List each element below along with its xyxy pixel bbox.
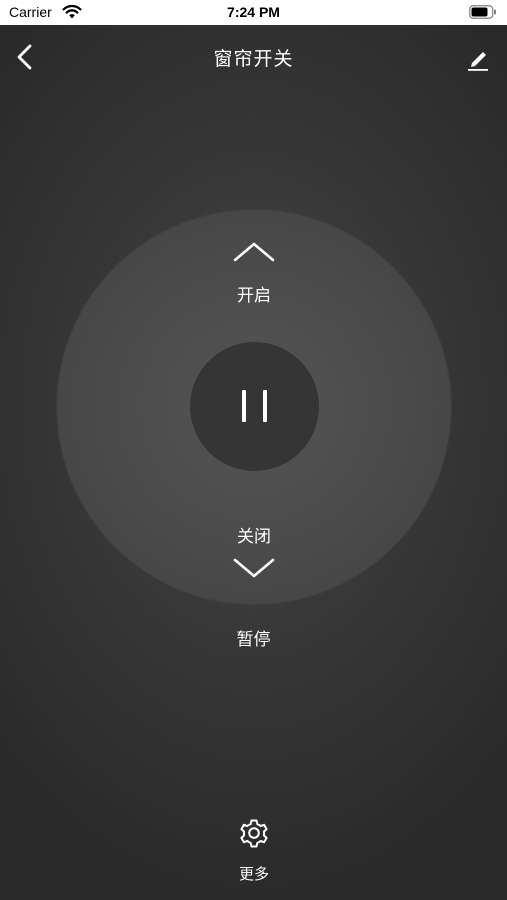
more-label: 更多 — [238, 865, 269, 883]
pause-icon — [242, 390, 246, 422]
status-bar: Carrier 7:24 PM — [0, 0, 507, 25]
pencil-icon[interactable] — [465, 44, 491, 72]
pause-icon-bar — [263, 390, 267, 422]
status-time: 7:24 PM — [227, 4, 280, 20]
chevron-up-icon — [233, 242, 275, 262]
pause-button[interactable] — [190, 342, 319, 471]
close-label: 关闭 — [237, 527, 271, 547]
close-button[interactable]: 关闭 — [214, 518, 294, 584]
pause-label: 暂停 — [236, 630, 271, 650]
open-button[interactable]: 开启 — [214, 232, 294, 308]
battery-icon — [469, 5, 496, 19]
page-title: 窗帘开关 — [213, 48, 294, 70]
gear-icon — [240, 819, 268, 848]
more-button[interactable]: 更多 — [214, 814, 294, 888]
curtain-remote-screen: Carrier 7:24 PM 窗帘开关 开启 关闭 暂停 更多 — [0, 0, 507, 900]
chevron-down-icon — [233, 558, 275, 578]
open-label: 开启 — [237, 286, 271, 306]
